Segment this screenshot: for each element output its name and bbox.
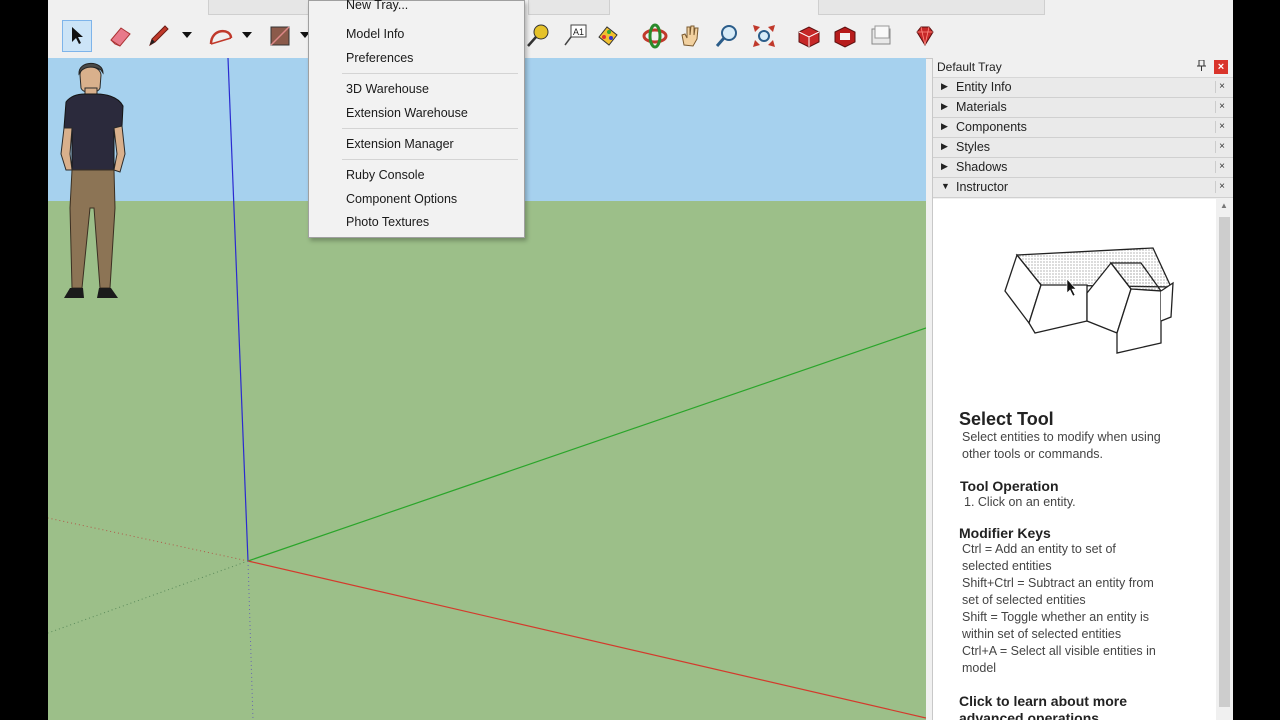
instructor-title: Select Tool xyxy=(959,409,1054,429)
panel-label: Styles xyxy=(956,140,991,154)
select-tool-illustration xyxy=(1004,247,1174,354)
tray-close-button[interactable]: × xyxy=(1214,60,1228,74)
toolbar-row-top-left xyxy=(208,0,320,15)
learn-more-link[interactable]: Click to learn about more xyxy=(959,693,1127,709)
svg-text:A1: A1 xyxy=(573,27,584,37)
menu-separator xyxy=(342,128,518,129)
pencil-tool-icon[interactable] xyxy=(144,20,174,52)
panel-close-icon[interactable]: × xyxy=(1215,101,1228,113)
modifier-line: within set of selected entities xyxy=(962,627,1122,641)
zoom-icon[interactable] xyxy=(712,20,742,52)
menu-item-extension-manager[interactable]: Extension Manager xyxy=(346,136,454,152)
panel-components[interactable]: ▶ Components × xyxy=(933,118,1233,138)
menu-item-3d-warehouse[interactable]: 3D Warehouse xyxy=(346,81,429,97)
instructor-desc-line: Select entities to modify when using xyxy=(962,430,1161,444)
menu-item-model-info[interactable]: Model Info xyxy=(346,26,404,42)
ground xyxy=(48,201,926,720)
menu-item-component-options[interactable]: Component Options xyxy=(346,191,457,207)
expand-arrow-icon: ▶ xyxy=(941,121,948,131)
panel-close-icon[interactable]: × xyxy=(1215,141,1228,153)
modifier-line: Shift+Ctrl = Subtract an entity from xyxy=(962,576,1154,590)
panel-shadows[interactable]: ▶ Shadows × xyxy=(933,158,1233,178)
expand-arrow-icon: ▶ xyxy=(941,161,948,171)
menu-item-ruby-console[interactable]: Ruby Console xyxy=(346,167,425,183)
operation-heading: Tool Operation xyxy=(960,478,1059,494)
scroll-up-icon[interactable]: ▲ xyxy=(1220,201,1228,210)
text-tool-icon[interactable]: A1 xyxy=(560,20,590,52)
tray-title: Default Tray xyxy=(937,60,1002,74)
tape-measure-icon[interactable] xyxy=(523,20,553,52)
panel-close-icon[interactable]: × xyxy=(1215,81,1228,93)
modifier-line: Ctrl+A = Select all visible entities in xyxy=(962,644,1156,658)
panel-close-icon[interactable]: × xyxy=(1215,181,1228,193)
pencil-dropdown-icon[interactable] xyxy=(182,30,192,40)
arc-dropdown-icon[interactable] xyxy=(242,30,252,40)
tray-title-bar: Default Tray × xyxy=(933,58,1233,78)
expand-arrow-icon: ▶ xyxy=(941,141,948,151)
panel-styles[interactable]: ▶ Styles × xyxy=(933,138,1233,158)
instructor-content: Select Tool Select entities to modify wh… xyxy=(933,199,1216,720)
panel-entity-info[interactable]: ▶ Entity Info × xyxy=(933,78,1233,98)
3d-warehouse-icon[interactable] xyxy=(794,20,824,52)
toolbar-row-top-right xyxy=(818,0,1045,15)
panel-label: Shadows xyxy=(956,160,1008,174)
shape-tool-icon[interactable] xyxy=(265,20,295,52)
zoom-extents-icon[interactable] xyxy=(749,20,779,52)
scale-figure[interactable] xyxy=(48,58,138,303)
learn-more-link-continued[interactable]: advanced operations xyxy=(959,710,1099,720)
pan-icon[interactable] xyxy=(675,20,705,52)
panel-materials[interactable]: ▶ Materials × xyxy=(933,98,1233,118)
expand-arrow-icon: ▶ xyxy=(941,101,948,111)
expand-arrow-icon: ▶ xyxy=(941,81,948,91)
sketchup-window: A1 New Tray... Model Info Preferences 3D… xyxy=(48,0,1233,720)
scrollbar-thumb[interactable] xyxy=(1219,217,1230,707)
menu-item-new-tray[interactable]: New Tray... xyxy=(346,0,408,13)
modifier-line: selected entities xyxy=(962,559,1052,573)
arc-tool-icon[interactable] xyxy=(206,20,236,52)
ruby-icon[interactable] xyxy=(910,20,940,52)
panel-label: Entity Info xyxy=(956,80,1012,94)
orbit-icon[interactable] xyxy=(640,20,670,52)
select-tool-icon[interactable] xyxy=(62,20,92,52)
panel-label: Components xyxy=(956,120,1027,134)
default-tray: Default Tray × ▶ Entity Info × ▶ Materia… xyxy=(932,58,1233,720)
toolbar-row-top-middle xyxy=(528,0,610,15)
modifier-line: model xyxy=(962,661,997,675)
menu-separator xyxy=(342,159,518,160)
modifier-line: Ctrl = Add an entity to set of xyxy=(962,542,1116,556)
layout-icon[interactable] xyxy=(866,20,896,52)
instructor-scrollbar[interactable]: ▲ xyxy=(1216,199,1233,720)
main-toolbar: A1 xyxy=(48,0,1233,59)
menu-item-extension-warehouse[interactable]: Extension Warehouse xyxy=(346,105,468,121)
modifier-line: Shift = Toggle whether an entity is xyxy=(962,610,1150,624)
paint-bucket-icon[interactable] xyxy=(593,20,623,52)
instructor-desc-line: other tools or commands. xyxy=(962,447,1104,461)
extension-warehouse-icon[interactable] xyxy=(830,20,860,52)
panel-label: Materials xyxy=(956,100,1007,114)
panel-label: Instructor xyxy=(956,180,1009,194)
operation-step: 1. Click on an entity. xyxy=(964,495,1076,509)
modifier-heading: Modifier Keys xyxy=(959,525,1051,541)
panel-close-icon[interactable]: × xyxy=(1215,161,1228,173)
menu-item-photo-textures[interactable]: Photo Textures xyxy=(346,214,429,230)
menu-item-preferences[interactable]: Preferences xyxy=(346,50,413,66)
modifier-line: set of selected entities xyxy=(962,593,1086,607)
eraser-tool-icon[interactable] xyxy=(105,20,135,52)
panel-close-icon[interactable]: × xyxy=(1215,121,1228,133)
menu-separator xyxy=(342,73,518,74)
panel-instructor[interactable]: ▼ Instructor × xyxy=(933,178,1233,198)
context-menu: New Tray... Model Info Preferences 3D Wa… xyxy=(308,0,525,238)
collapse-arrow-icon: ▼ xyxy=(941,181,950,191)
pin-icon[interactable] xyxy=(1197,59,1206,74)
